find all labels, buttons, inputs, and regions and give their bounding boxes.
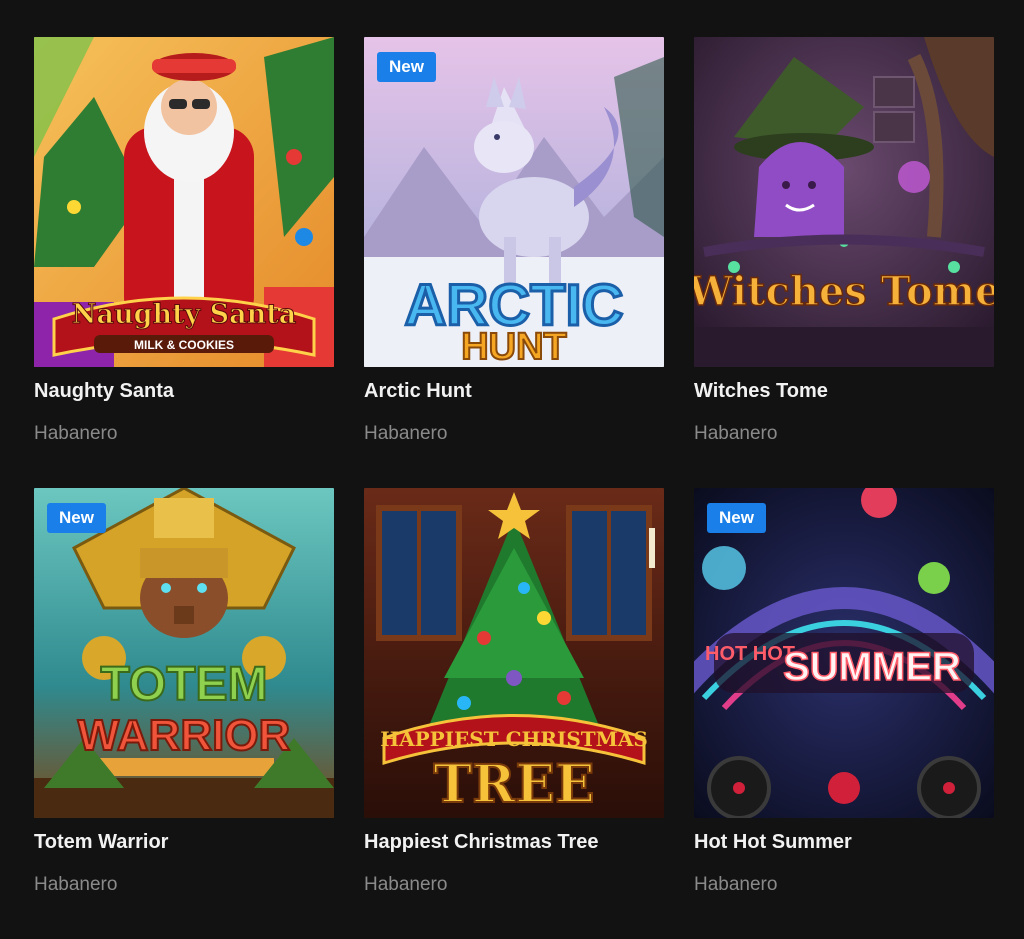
game-title[interactable]: Witches Tome: [694, 380, 828, 403]
totem-warrior-logo-line1: TOTEM: [100, 658, 267, 711]
game-provider: Habanero: [34, 423, 118, 444]
witches-tome-artwork: Witches Tome: [694, 37, 994, 367]
naughty-santa-artwork: Naughty Santa MILK & COOKIES: [34, 37, 334, 367]
game-thumbnail[interactable]: HAPPIEST CHRISTMAS TREE: [364, 488, 664, 818]
game-title[interactable]: Naughty Santa: [34, 380, 174, 403]
happiest-christmas-tree-logo-line1: HAPPIEST CHRISTMAS: [380, 727, 648, 751]
game-provider: Habanero: [364, 423, 448, 444]
game-thumbnail[interactable]: Naughty Santa MILK & COOKIES: [34, 37, 334, 367]
totem-warrior-logo-line2: WARRIOR: [78, 711, 291, 760]
hot-hot-summer-logo-line1: HOT HOT: [705, 643, 795, 665]
happiest-christmas-tree-logo-line2: TREE: [433, 754, 594, 815]
game-title[interactable]: Arctic Hunt: [364, 380, 472, 403]
game-provider: Habanero: [34, 874, 118, 895]
hot-hot-summer-logo-line2: SUMMER: [783, 645, 961, 689]
witches-tome-logo-text: Witches Tome: [694, 268, 994, 315]
game-title[interactable]: Totem Warrior: [34, 831, 168, 854]
new-badge: New: [707, 503, 766, 533]
game-card-hot-hot-summer[interactable]: HOT HOT SUMMER New Hot Hot Summer Habane…: [694, 488, 994, 895]
game-provider: Habanero: [364, 874, 448, 895]
happiest-christmas-tree-artwork: HAPPIEST CHRISTMAS TREE: [364, 488, 664, 818]
game-card-arctic-hunt[interactable]: ARCTIC HUNT New Arctic Hunt Habanero: [364, 37, 664, 444]
game-card-witches-tome[interactable]: Witches Tome Witches Tome Habanero: [694, 37, 994, 444]
game-provider: Habanero: [694, 423, 778, 444]
game-title[interactable]: Hot Hot Summer: [694, 831, 852, 854]
game-card-naughty-santa[interactable]: Naughty Santa MILK & COOKIES Naughty San…: [34, 37, 334, 444]
totem-warrior-artwork: TOTEM WARRIOR: [34, 488, 334, 818]
new-badge: New: [377, 52, 436, 82]
game-thumbnail[interactable]: ARCTIC HUNT New: [364, 37, 664, 367]
game-thumbnail[interactable]: TOTEM WARRIOR New: [34, 488, 334, 818]
game-title[interactable]: Happiest Christmas Tree: [364, 831, 599, 854]
hot-hot-summer-artwork: HOT HOT SUMMER: [694, 488, 994, 818]
game-thumbnail[interactable]: Witches Tome: [694, 37, 994, 367]
arctic-hunt-logo-line2: HUNT: [461, 326, 567, 367]
game-card-happiest-christmas-tree[interactable]: HAPPIEST CHRISTMAS TREE Happiest Christm…: [364, 488, 664, 895]
arctic-hunt-artwork: ARCTIC HUNT: [364, 37, 664, 367]
game-card-totem-warrior[interactable]: TOTEM WARRIOR New Totem Warrior Habanero: [34, 488, 334, 895]
naughty-santa-logo-text: Naughty Santa: [72, 299, 296, 330]
game-thumbnail[interactable]: HOT HOT SUMMER New: [694, 488, 994, 818]
game-provider: Habanero: [694, 874, 778, 895]
game-grid: Naughty Santa MILK & COOKIES Naughty San…: [0, 0, 1024, 939]
naughty-santa-logo-subtext: MILK & COOKIES: [134, 338, 234, 352]
new-badge: New: [47, 503, 106, 533]
